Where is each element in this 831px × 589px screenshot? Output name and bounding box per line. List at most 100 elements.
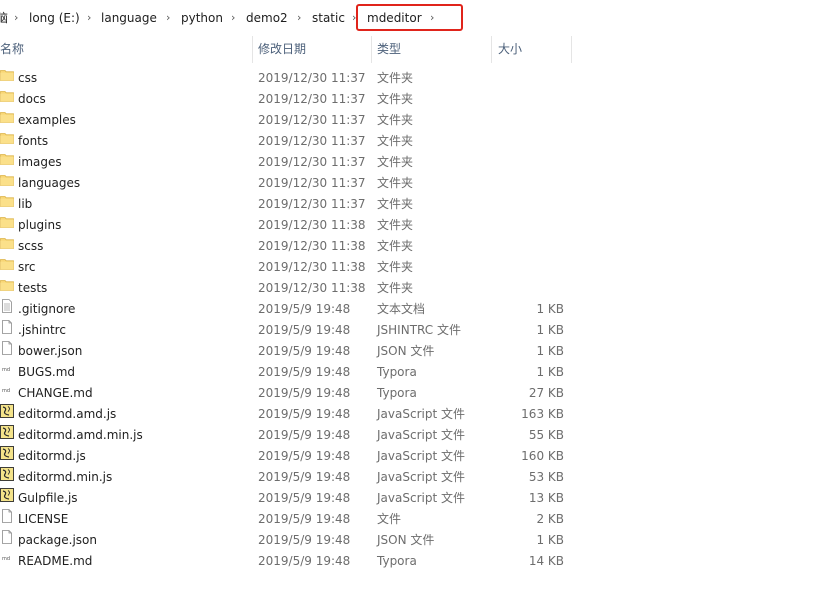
file-modified-date: 2019/12/30 11:38	[258, 260, 366, 274]
file-modified-date: 2019/5/9 19:48	[258, 470, 351, 484]
file-row[interactable]: css 2019/12/30 11:37 文件夹	[0, 68, 831, 89]
file-modified-date: 2019/5/9 19:48	[258, 533, 351, 547]
file-row[interactable]: .gitignore 2019/5/9 19:48 文本文档 1 KB	[0, 299, 831, 320]
file-name: package.json	[18, 533, 98, 547]
column-header-size[interactable]: 大小	[498, 34, 522, 64]
file-name: tests	[18, 281, 48, 295]
file-type: Typora	[377, 365, 417, 379]
column-header-name[interactable]: 名称	[0, 34, 24, 64]
column-divider[interactable]	[571, 36, 572, 63]
breadcrumb-separator-icon[interactable]: ›	[166, 9, 170, 27]
file-name: docs	[18, 92, 46, 106]
file-row[interactable]: images 2019/12/30 11:37 文件夹	[0, 152, 831, 173]
file-type: JSON 文件	[377, 344, 435, 358]
file-modified-date: 2019/12/30 11:38	[258, 239, 366, 253]
breadcrumb-separator-icon[interactable]: ›	[297, 9, 301, 27]
file-name: images	[18, 155, 62, 169]
file-row[interactable]: plugins 2019/12/30 11:38 文件夹	[0, 215, 831, 236]
file-size: 27 KB	[528, 386, 564, 400]
column-header-type[interactable]: 类型	[377, 34, 401, 64]
column-header-modified[interactable]: 修改日期	[258, 34, 306, 64]
file-modified-date: 2019/12/30 11:37	[258, 113, 366, 127]
file-name: css	[18, 71, 38, 85]
file-type: 文件夹	[377, 71, 414, 85]
file-name: fonts	[18, 134, 49, 148]
file-row[interactable]: scss 2019/12/30 11:38 文件夹	[0, 236, 831, 257]
file-name: CHANGE.md	[18, 386, 93, 400]
file-row[interactable]: src 2019/12/30 11:38 文件夹	[0, 257, 831, 278]
file-row[interactable]: LICENSE 2019/5/9 19:48 文件 2 KB	[0, 509, 831, 530]
file-modified-date: 2019/5/9 19:48	[258, 302, 351, 316]
file-type: 文件夹	[377, 92, 414, 106]
file-row[interactable]: md CHANGE.md 2019/5/9 19:48 Typora 27 KB	[0, 383, 831, 404]
file-modified-date: 2019/12/30 11:37	[258, 176, 366, 190]
column-header-row: 名称 修改日期 类型 大小	[0, 34, 831, 64]
file-modified-date: 2019/12/30 11:37	[258, 155, 366, 169]
column-divider[interactable]	[491, 36, 492, 63]
breadcrumb-separator-icon[interactable]: ›	[14, 9, 18, 27]
markdown-file-icon: md	[0, 551, 14, 572]
file-modified-date: 2019/12/30 11:38	[258, 218, 366, 232]
file-modified-date: 2019/5/9 19:48	[258, 491, 351, 505]
file-row[interactable]: md README.md 2019/5/9 19:48 Typora 14 KB	[0, 551, 831, 572]
file-type: JavaScript 文件	[377, 428, 465, 442]
file-type: 文件夹	[377, 281, 414, 295]
file-row[interactable]: bower.json 2019/5/9 19:48 JSON 文件 1 KB	[0, 341, 831, 362]
folder-icon	[0, 89, 14, 110]
file-modified-date: 2019/12/30 11:37	[258, 71, 366, 85]
file-name: scss	[18, 239, 44, 253]
column-divider[interactable]	[371, 36, 372, 63]
text-file-icon	[0, 299, 14, 320]
markdown-file-icon: md	[0, 362, 14, 383]
file-name: lib	[18, 197, 33, 211]
breadcrumb-item-static[interactable]: static	[312, 9, 345, 27]
file-type: 文件夹	[377, 260, 414, 274]
file-row[interactable]: package.json 2019/5/9 19:48 JSON 文件 1 KB	[0, 530, 831, 551]
file-row[interactable]: tests 2019/12/30 11:38 文件夹	[0, 278, 831, 299]
file-type: 文件夹	[377, 134, 414, 148]
breadcrumb-separator-icon[interactable]: ›	[87, 9, 91, 27]
file-type: 文件夹	[377, 197, 414, 211]
file-type: JSHINTRC 文件	[377, 323, 461, 337]
file-row[interactable]: editormd.min.js 2019/5/9 19:48 JavaScript …	[0, 467, 831, 488]
breadcrumb-item-computer[interactable]: 脑	[0, 9, 8, 27]
file-row[interactable]: md BUGS.md 2019/5/9 19:48 Typora 1 KB	[0, 362, 831, 383]
file-type: 文件夹	[377, 176, 414, 190]
file-row[interactable]: editormd.js 2019/5/9 19:48 JavaScript 文件 16…	[0, 446, 831, 467]
script-file-icon	[0, 404, 14, 425]
breadcrumb-item-language[interactable]: language	[101, 9, 157, 27]
file-type: Typora	[377, 554, 417, 568]
file-row[interactable]: languages 2019/12/30 11:37 文件夹	[0, 173, 831, 194]
file-row[interactable]: fonts 2019/12/30 11:37 文件夹	[0, 131, 831, 152]
file-type: JavaScript 文件	[377, 449, 465, 463]
file-name: editormd.amd.js	[18, 407, 117, 421]
file-type: JavaScript 文件	[377, 491, 465, 505]
file-modified-date: 2019/5/9 19:48	[258, 407, 351, 421]
file-name: src	[18, 260, 36, 274]
file-row[interactable]: .jshintrc 2019/5/9 19:48 JSHINTRC 文件 1 KB	[0, 320, 831, 341]
breadcrumb-item-demo2[interactable]: demo2	[246, 9, 288, 27]
svg-text:md: md	[2, 367, 10, 373]
breadcrumb-item-python[interactable]: python	[181, 9, 223, 27]
breadcrumb-item-drive[interactable]: long (E:)	[29, 9, 80, 27]
file-row[interactable]: editormd.amd.js 2019/5/9 19:48 JavaScript …	[0, 404, 831, 425]
file-row[interactable]: Gulpfile.js 2019/5/9 19:48 JavaScript 文件 13…	[0, 488, 831, 509]
file-name: editormd.js	[18, 449, 86, 463]
file-type: 文件夹	[377, 155, 414, 169]
file-name: .jshintrc	[18, 323, 66, 337]
file-size: 1 KB	[536, 365, 564, 379]
script-file-icon	[0, 425, 14, 446]
file-row[interactable]: editormd.amd.min.js 2019/5/9 19:48 JavaScr…	[0, 425, 831, 446]
file-row[interactable]: lib 2019/12/30 11:37 文件夹	[0, 194, 831, 215]
column-divider[interactable]	[252, 36, 253, 63]
file-size: 1 KB	[536, 302, 564, 316]
file-name: languages	[18, 176, 81, 190]
file-size: 53 KB	[528, 470, 564, 484]
file-type: JavaScript 文件	[377, 470, 465, 484]
file-size: 2 KB	[536, 512, 564, 526]
file-size: 13 KB	[528, 491, 564, 505]
folder-icon	[0, 236, 14, 257]
file-row[interactable]: docs 2019/12/30 11:37 文件夹	[0, 89, 831, 110]
breadcrumb-separator-icon[interactable]: ›	[231, 9, 235, 27]
file-row[interactable]: examples 2019/12/30 11:37 文件夹	[0, 110, 831, 131]
